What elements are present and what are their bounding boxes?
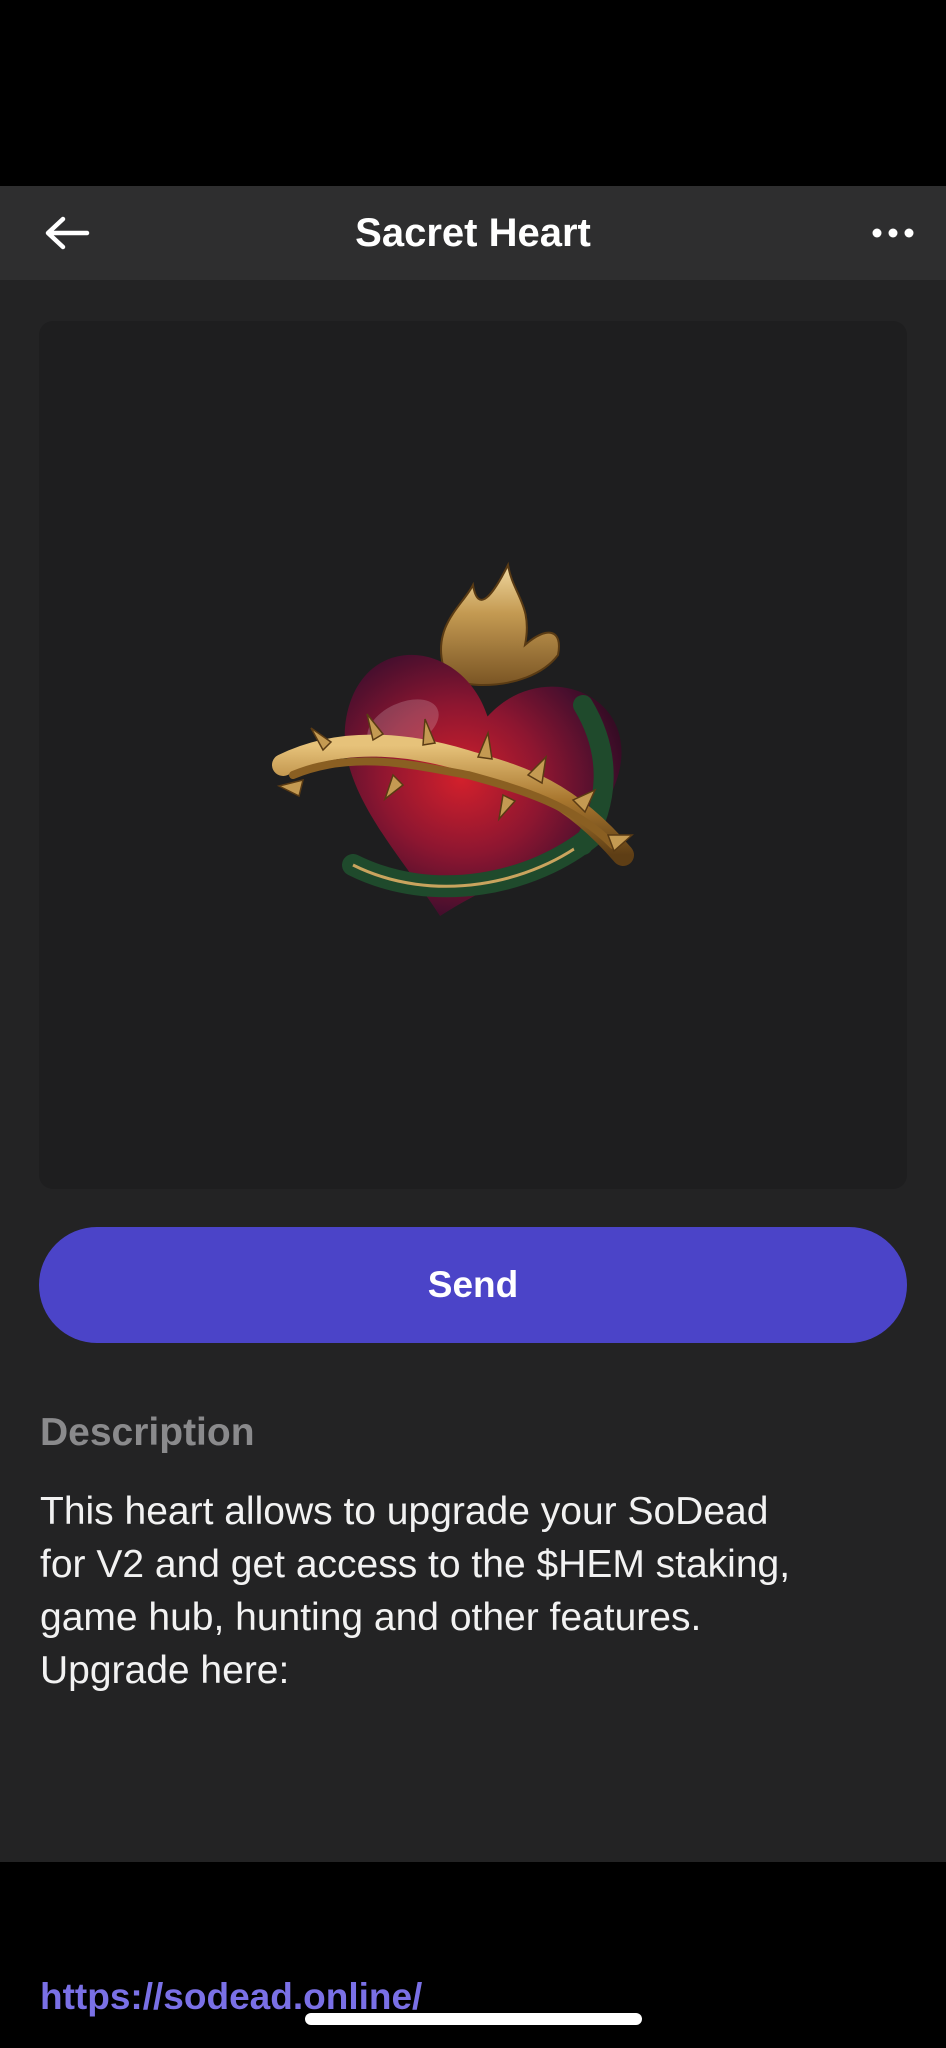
home-indicator	[305, 2013, 642, 2025]
nft-image-card	[39, 321, 907, 1189]
sacred-heart-image	[272, 561, 634, 917]
back-button[interactable]	[32, 198, 102, 268]
arrow-left-icon	[45, 216, 90, 250]
page-title: Sacret Heart	[355, 211, 591, 255]
more-options-button[interactable]	[858, 198, 928, 268]
description-text: This heart allows to upgrade your SoDead…	[40, 1490, 791, 1692]
description-heading: Description	[40, 1411, 255, 1454]
header-bar: Sacret Heart	[0, 186, 946, 280]
description-link[interactable]: https://sodead.online/	[40, 1976, 422, 2018]
content-area: Send Description This heart allows to up…	[0, 280, 946, 2017]
status-bar	[0, 0, 946, 186]
more-horizontal-icon	[872, 228, 914, 238]
send-button[interactable]: Send	[39, 1227, 907, 1343]
